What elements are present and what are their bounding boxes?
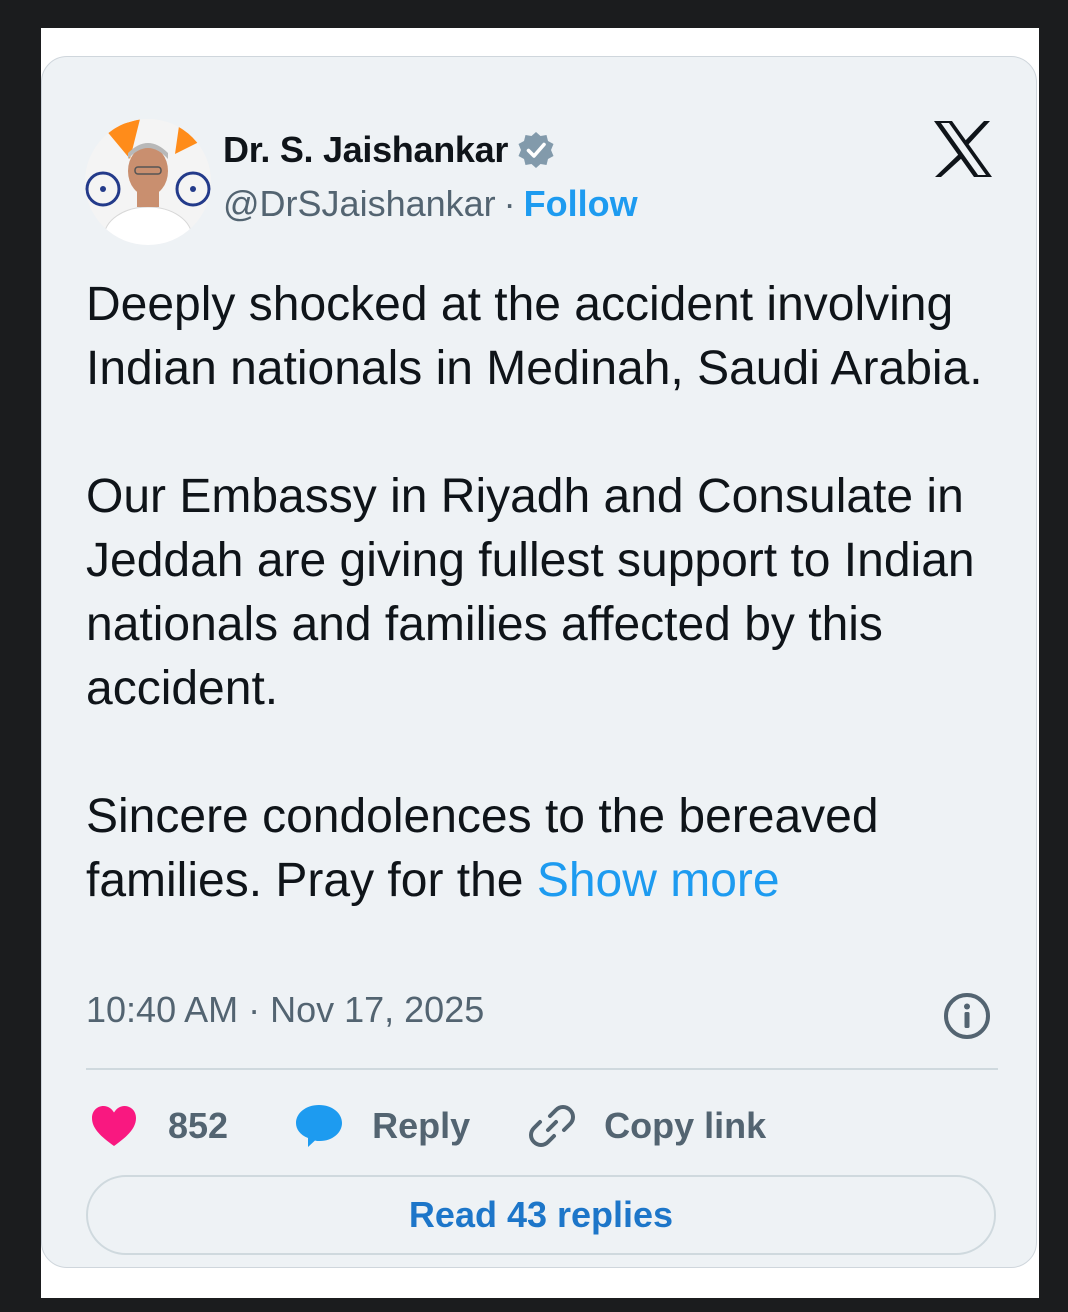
tweet-card: Dr. S. Jaishankar @DrSJaishankar · Follo… [41,56,1037,1268]
copy-link-button[interactable]: Copy link [528,1102,766,1150]
link-icon [529,1105,576,1147]
reply-label: Reply [372,1105,471,1146]
verified-badge-icon [518,132,554,168]
like-count: 852 [168,1105,229,1146]
author-name[interactable]: Dr. S. Jaishankar [223,129,508,171]
separator-dot: · [503,183,516,224]
x-logo-icon[interactable] [932,119,994,179]
tweet-body: Deeply shocked at the accident involving… [86,278,983,907]
follow-button[interactable]: Follow [524,183,638,225]
heart-icon [92,1106,136,1146]
show-more-link[interactable]: Show more [537,854,780,907]
tweet-text: Deeply shocked at the accident involving… [86,273,986,913]
tweet-timestamp[interactable]: 10:40 AM · Nov 17, 2025 [86,989,484,1031]
speech-bubble-icon [296,1105,343,1147]
reply-button[interactable]: Reply [294,1103,470,1149]
avatar[interactable] [85,119,211,245]
action-bar: 852 Reply Copy link [90,1097,766,1155]
like-button[interactable]: 852 [90,1104,228,1148]
author-row: Dr. S. Jaishankar [223,129,556,171]
embed-frame: Dr. S. Jaishankar @DrSJaishankar · Follo… [41,28,1039,1298]
handle-row: @DrSJaishankar · Follow [223,183,638,225]
read-replies-button[interactable]: Read 43 replies [86,1175,996,1255]
author-handle[interactable]: @DrSJaishankar [223,183,496,225]
info-icon[interactable] [942,991,992,1041]
copy-link-label: Copy link [604,1105,767,1146]
divider [86,1068,998,1070]
avatar-image [85,119,211,245]
